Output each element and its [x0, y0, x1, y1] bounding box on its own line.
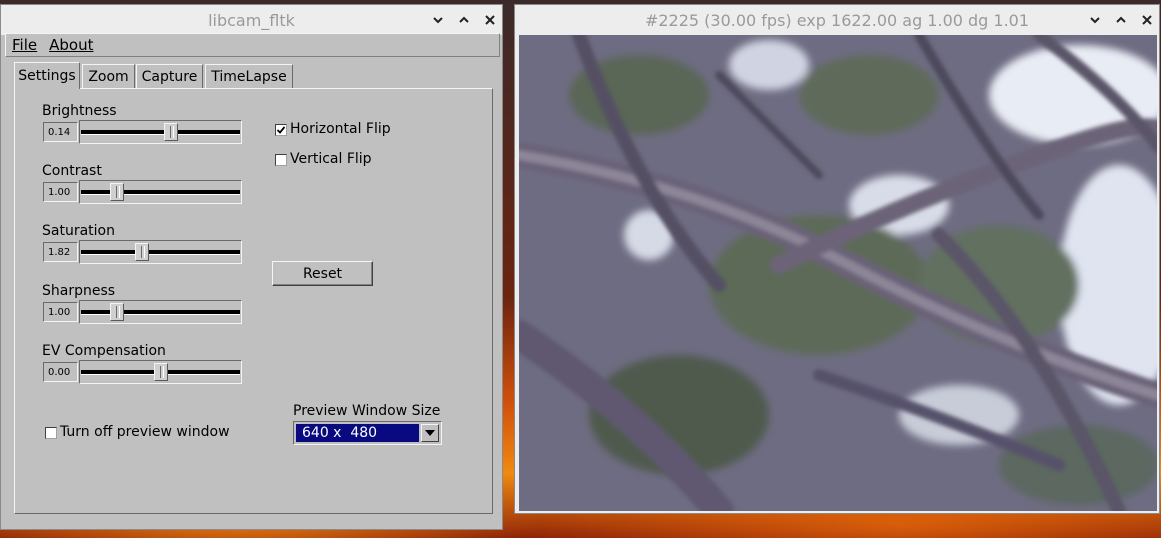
contrast-label: Contrast [42, 163, 102, 179]
slider-track [81, 250, 240, 255]
slider-track [81, 190, 240, 195]
reset-button[interactable]: Reset [272, 261, 373, 286]
preview-window-size-label: Preview Window Size [293, 403, 441, 419]
slider-thumb[interactable] [135, 243, 149, 261]
saturation-slider[interactable] [79, 240, 242, 264]
ev-compensation-slider[interactable] [79, 360, 242, 384]
saturation-label: Saturation [42, 223, 115, 239]
control-window-titlebar[interactable]: libcam_fltk [1, 5, 502, 35]
close-icon[interactable] [1141, 14, 1153, 26]
vertical-flip-checkbox[interactable] [275, 154, 287, 166]
pine-branches-image [519, 35, 1157, 511]
menu-bar: File About [5, 33, 500, 57]
tab-timelapse[interactable]: TimeLapse [205, 64, 293, 88]
turn-off-preview-checkbox[interactable] [45, 427, 57, 439]
menu-about-label: About [49, 36, 94, 54]
vertical-flip-label[interactable]: Vertical Flip [290, 151, 372, 167]
camera-preview-window: #2225 (30.00 fps) exp 1622.00 ag 1.00 dg… [514, 4, 1160, 514]
contrast-value[interactable]: 1.00 [43, 182, 78, 202]
brightness-label: Brightness [42, 103, 117, 119]
slider-thumb[interactable] [164, 123, 178, 141]
slider-thumb[interactable] [154, 363, 168, 381]
turn-off-preview-label[interactable]: Turn off preview window [60, 424, 230, 440]
sharpness-value[interactable]: 1.00 [43, 302, 78, 322]
brightness-slider[interactable] [79, 120, 242, 144]
preview-window-titlebar[interactable]: #2225 (30.00 fps) exp 1622.00 ag 1.00 dg… [515, 5, 1159, 35]
slider-track [81, 310, 240, 315]
ev-compensation-value[interactable]: 0.00 [43, 362, 78, 382]
camera-preview-image [519, 35, 1157, 511]
tab-zoom[interactable]: Zoom [82, 64, 135, 88]
preview-window-title: #2225 (30.00 fps) exp 1622.00 ag 1.00 dg… [644, 10, 1030, 30]
maximize-icon[interactable] [458, 14, 470, 26]
contrast-slider[interactable] [79, 180, 242, 204]
menu-file[interactable]: File [6, 36, 43, 54]
control-window-title: libcam_fltk [208, 10, 295, 30]
maximize-icon[interactable] [1115, 14, 1127, 26]
slider-thumb[interactable] [110, 183, 124, 201]
horizontal-flip-checkbox[interactable] [275, 124, 287, 136]
checkmark-icon [276, 126, 286, 134]
dropdown-arrow-icon[interactable] [421, 424, 439, 442]
saturation-value[interactable]: 1.82 [43, 242, 78, 262]
close-icon[interactable] [484, 14, 496, 26]
horizontal-flip-label[interactable]: Horizontal Flip [290, 121, 391, 137]
menu-about[interactable]: About [43, 36, 99, 54]
ev-compensation-label: EV Compensation [42, 343, 166, 359]
sharpness-label: Sharpness [42, 283, 116, 299]
preview-window-size-select[interactable]: 640 x 480 [293, 421, 442, 445]
minimize-icon[interactable] [1089, 14, 1101, 26]
libcam-control-window: libcam_fltk File About Settings Zoom Cap… [0, 4, 503, 530]
slider-track [81, 130, 240, 135]
tab-settings[interactable]: Settings [14, 62, 80, 89]
brightness-value[interactable]: 0.14 [43, 122, 78, 142]
preview-window-size-value: 640 x 480 [296, 424, 419, 442]
menu-file-label: File [12, 36, 38, 54]
tab-capture[interactable]: Capture [136, 64, 203, 88]
minimize-icon[interactable] [432, 14, 444, 26]
slider-thumb[interactable] [110, 303, 124, 321]
sharpness-slider[interactable] [79, 300, 242, 324]
